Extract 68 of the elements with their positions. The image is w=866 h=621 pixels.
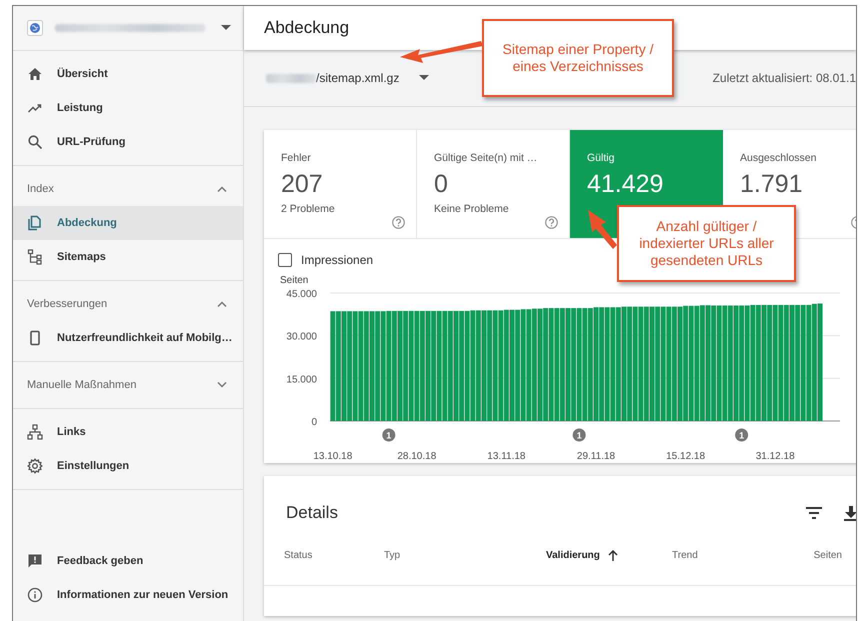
sitemap-selector[interactable]: /sitemap.xml.gz [266, 71, 430, 85]
nav-item[interactable]: Übersicht [13, 57, 243, 91]
nav-item[interactable]: Links [13, 415, 243, 449]
x-tick-label: 15.12.18 [666, 451, 706, 462]
column-header[interactable]: Validierung [546, 550, 600, 561]
nav-item[interactable]: Leistung [13, 91, 243, 125]
globe-icon [27, 20, 43, 36]
callout-tooltip: Anzahl gültiger / indexierter URLs aller gesendeten URLs [617, 205, 796, 282]
section-header[interactable]: Verbesserungen [13, 287, 243, 321]
column-header[interactable]: Typ [384, 550, 400, 561]
callout-arrow [588, 210, 617, 249]
feedback-icon [27, 553, 43, 569]
filter-icon[interactable] [806, 507, 822, 519]
impressions-checkbox[interactable]: Impressionen [278, 253, 388, 267]
section-header[interactable]: Manuelle Maßnahmen [13, 368, 243, 402]
sort-arrow-icon [608, 550, 618, 561]
tile-value: 41.429 [587, 170, 664, 199]
tile-label: Gültig [587, 152, 616, 164]
nav-item[interactable]: Feedback geben [13, 544, 243, 578]
tile-caption: Keine Probleme [434, 203, 510, 215]
x-tick-label: 31.12.18 [756, 451, 795, 462]
last-updated-text: Zuletzt aktualisiert: 08.01.1 [712, 71, 856, 85]
annotation-marker[interactable]: 1 [735, 428, 748, 442]
tile-label: Fehler [281, 152, 312, 164]
section-header[interactable]: Index [13, 172, 243, 206]
y-tick-label: 15.000 [286, 374, 317, 386]
callout-tooltip: Sitemap einer Property / eines Verzeichnisses [482, 19, 674, 97]
download-icon[interactable] [844, 506, 856, 520]
x-tick-label: 29.11.18 [576, 451, 616, 462]
column-header[interactable]: Status [284, 550, 312, 561]
page-title: Abdeckung [264, 18, 350, 38]
tile-value: 1.791 [740, 170, 804, 199]
axis-title: Seiten [280, 275, 308, 286]
tile-caption: 2 Probleme [281, 203, 336, 215]
sitemap-icon [27, 249, 43, 265]
tile-value: 0 [434, 170, 449, 199]
home-icon [27, 66, 43, 82]
nav-item[interactable]: Abdeckung [13, 206, 243, 240]
tile-label: Gültige Seite(n) mit … [434, 152, 538, 164]
x-tick-label: 13.10.18 [313, 451, 352, 462]
annotation-marker[interactable]: 1 [382, 428, 396, 442]
settings-icon [27, 458, 43, 474]
column-header[interactable]: Seiten [814, 550, 842, 561]
network-icon [27, 424, 43, 440]
x-tick-label: 13.11.18 [487, 451, 526, 462]
y-tick-label: 30.000 [286, 332, 317, 343]
pages-icon [27, 215, 43, 231]
tile-value: 207 [281, 170, 324, 199]
help-icon[interactable] [392, 216, 405, 229]
stat-tile[interactable]: Fehler 207 2 Probleme [264, 130, 417, 238]
details-title: Details [286, 503, 338, 523]
x-tick-label: 28.10.18 [397, 451, 436, 462]
column-header[interactable]: Trend [672, 550, 698, 561]
caret-icon [419, 75, 430, 81]
info-icon [27, 587, 43, 603]
annotation-marker[interactable]: 1 [572, 428, 586, 442]
nav-item[interactable]: Informationen zur neuen Version [13, 578, 243, 612]
tile-label: Ausgeschlossen [740, 152, 818, 164]
phone-icon [27, 330, 43, 346]
nav-item[interactable]: Einstellungen [13, 449, 243, 483]
caret-icon[interactable] [221, 25, 231, 31]
nav-item[interactable]: Sitemaps [13, 240, 243, 274]
search-icon [27, 134, 43, 150]
nav-item[interactable]: Nutzerfreundlichkeit auf Mobilg… [13, 321, 243, 355]
y-tick-label: 0 [311, 417, 317, 428]
nav-item[interactable]: URL-Prüfung [13, 125, 243, 159]
help-icon[interactable] [545, 216, 558, 229]
y-tick-label: 45.000 [286, 289, 317, 300]
